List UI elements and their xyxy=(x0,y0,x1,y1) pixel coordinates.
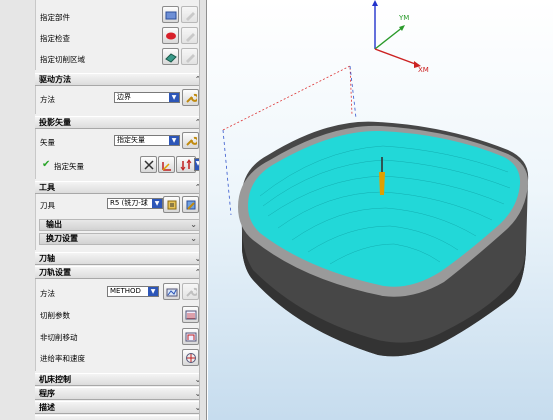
path-method-dropdown[interactable]: METHOD ▼ xyxy=(107,286,159,297)
tool-value: R5 (铣刀-球 xyxy=(110,199,148,207)
chevron-down-icon: ⌄ xyxy=(190,220,197,229)
drive-method-header[interactable]: 驱动方法 ⌃ xyxy=(35,73,206,86)
wrench-edit-icon[interactable] xyxy=(182,283,199,300)
non-cut-moves-icon[interactable] xyxy=(182,328,199,345)
projection-vector-header[interactable]: 投影矢量 ⌃ xyxy=(35,116,206,129)
new-tool-icon[interactable] xyxy=(163,196,180,213)
output-label: 输出 xyxy=(46,220,62,229)
path-method-label: 方法 xyxy=(40,289,55,298)
tool-body: 刀具 R5 (铣刀-球 ▼ 输出 ⌄ 换刀设置 ⌄ xyxy=(35,194,206,250)
drive-method-title: 驱动方法 xyxy=(39,75,71,84)
specify-check-label: 指定检查 xyxy=(40,34,70,43)
tool-dropdown[interactable]: R5 (铣刀-球 ▼ xyxy=(107,198,163,209)
path-settings-title: 刀轨设置 xyxy=(39,268,71,277)
flashlight-icon[interactable] xyxy=(181,48,198,65)
dropdown-arrow-icon: ▼ xyxy=(169,93,179,102)
dropdown-arrow-icon: ▼ xyxy=(152,199,162,208)
check-icon[interactable] xyxy=(162,27,179,44)
panel-left-gutter xyxy=(0,0,35,420)
projection-dashed-line-2 xyxy=(222,129,232,216)
path-settings-header[interactable]: 刀轨设置 ⌃ xyxy=(35,266,206,279)
next-section-header[interactable] xyxy=(35,415,206,420)
vector-value: 指定矢量 xyxy=(117,136,145,144)
operation-dialog-panel: 指定部件 指定检查 指定切削区域 驱动方法 ⌃ 方法 边界 ▼ 投影矢量 ⌃ 矢量 指… xyxy=(0,0,207,420)
feeds-speeds-icon[interactable] xyxy=(182,349,199,366)
panel-scrollbar[interactable] xyxy=(199,0,206,420)
cut-params-label: 切削参数 xyxy=(40,311,70,320)
non-cut-moves-label: 非切削移动 xyxy=(40,333,78,342)
wrench-edit-icon[interactable] xyxy=(182,89,199,106)
dropdown-arrow-icon: ▼ xyxy=(148,287,158,296)
cut-area-icon[interactable] xyxy=(162,48,179,65)
vector-label: 矢量 xyxy=(40,138,55,147)
feeds-speeds-label: 进给率和速度 xyxy=(40,354,85,363)
projection-title: 投影矢量 xyxy=(39,118,71,127)
wcs-axis-triad xyxy=(372,0,421,68)
dropdown-arrow-icon: ▼ xyxy=(169,136,179,145)
vector-direction-icon[interactable] xyxy=(176,156,196,173)
axis-x-label: XM xyxy=(418,66,429,74)
tool-change-label: 换刀设置 xyxy=(46,234,78,243)
tool-axis-title: 刀轴 xyxy=(39,254,55,263)
flashlight-icon[interactable] xyxy=(181,6,198,23)
drive-method-body: 方法 边界 ▼ xyxy=(35,86,206,114)
description-header[interactable]: 描述 ⌄ xyxy=(35,401,206,414)
cut-params-icon[interactable] xyxy=(182,306,199,323)
program-title: 程序 xyxy=(39,389,55,398)
graphics-viewport[interactable]: YM XM xyxy=(208,0,553,420)
viewport-scene xyxy=(222,0,529,357)
drive-method-label: 方法 xyxy=(40,95,55,104)
green-check-icon: ✔ xyxy=(42,159,51,170)
edit-tool-icon[interactable] xyxy=(182,196,199,213)
tool-label: 刀具 xyxy=(40,201,55,210)
wrench-edit-icon[interactable] xyxy=(182,132,199,149)
tool-title: 工具 xyxy=(39,183,55,192)
vector-dialog-icon[interactable] xyxy=(140,156,157,173)
specify-vector-label: 指定矢量 xyxy=(54,162,84,171)
program-header[interactable]: 程序 ⌄ xyxy=(35,387,206,400)
tool-change-subheader[interactable]: 换刀设置 ⌄ xyxy=(39,233,200,245)
tool-header[interactable]: 工具 ⌃ xyxy=(35,181,206,194)
machine-control-title: 机床控制 xyxy=(39,375,71,384)
machine-control-header[interactable]: 机床控制 ⌄ xyxy=(35,373,206,386)
description-title: 描述 xyxy=(39,403,55,412)
specify-cut-area-label: 指定切削区域 xyxy=(40,55,85,64)
path-method-value: METHOD xyxy=(110,287,141,295)
chevron-down-icon: ⌄ xyxy=(190,234,197,243)
drive-method-value: 边界 xyxy=(117,93,131,101)
drive-method-dropdown[interactable]: 边界 ▼ xyxy=(114,92,180,103)
boundary-dashed-line xyxy=(222,65,353,131)
path-settings-body: 方法 METHOD ▼ 切削参数 非切削移动 进给率和速度 xyxy=(35,279,206,371)
part-icon[interactable] xyxy=(162,6,179,23)
output-subheader[interactable]: 输出 ⌄ xyxy=(39,219,200,231)
vector-axis-icon[interactable] xyxy=(158,156,175,173)
geometry-body: 指定部件 指定检查 指定切削区域 xyxy=(35,0,206,70)
vector-dropdown[interactable]: 指定矢量 ▼ xyxy=(114,135,180,146)
new-method-icon[interactable] xyxy=(163,283,180,300)
projection-body: 矢量 指定矢量 ▼ ✔ 指定矢量 ▼ xyxy=(35,129,206,179)
specify-part-label: 指定部件 xyxy=(40,13,70,22)
flashlight-icon[interactable] xyxy=(181,27,198,44)
axis-y-label: YM xyxy=(399,14,410,22)
tool-axis-header[interactable]: 刀轴 ⌄ xyxy=(35,252,206,265)
